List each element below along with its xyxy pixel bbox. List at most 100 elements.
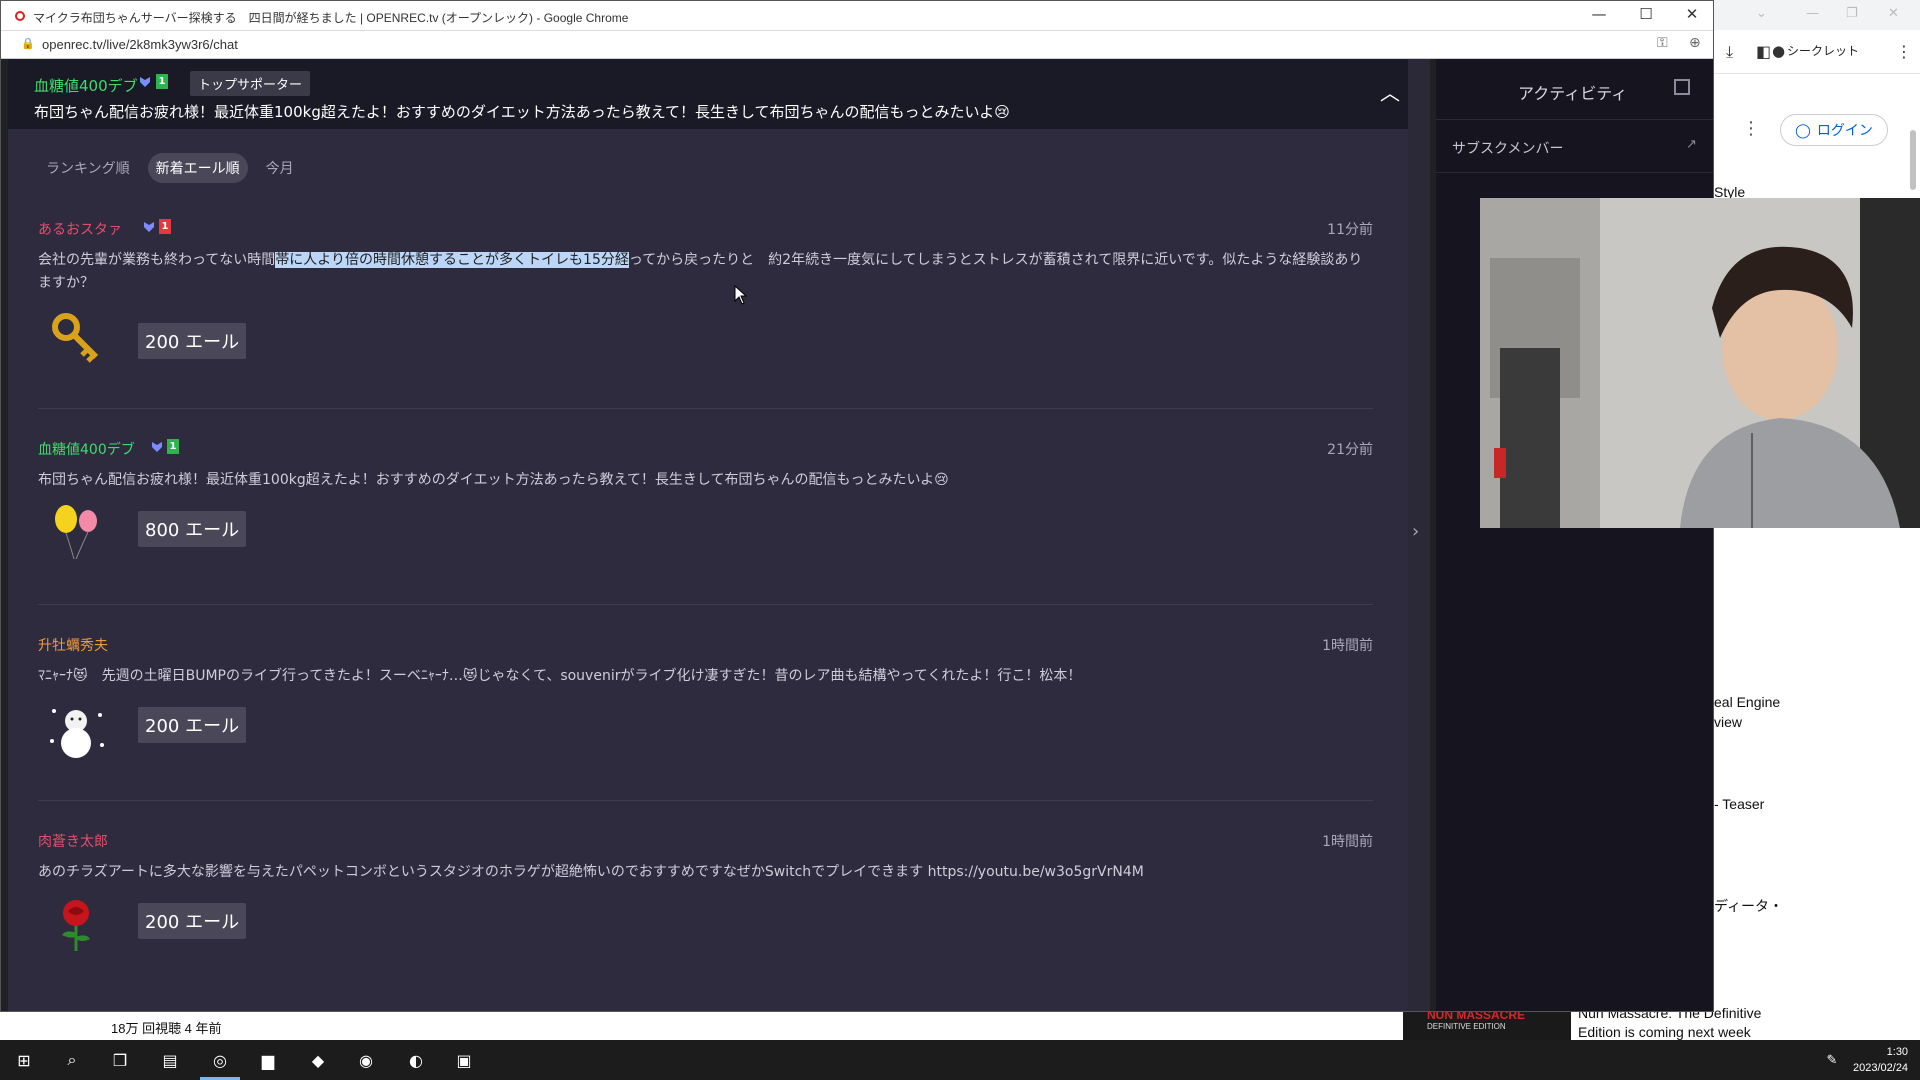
yell-amount: 200 エール — [138, 903, 247, 939]
yell-badges: 1 — [142, 219, 171, 234]
url-text[interactable]: openrec.tv/live/2k8mk3yw3r6/chat — [42, 37, 238, 52]
chrome-icon[interactable]: ◎ — [208, 1048, 232, 1072]
yell-time: 1時間前 — [1322, 638, 1373, 654]
maximize-icon[interactable]: ☐ — [1631, 5, 1661, 23]
address-bar: 🔒 openrec.tv/live/2k8mk3yw3r6/chat ⚿ ⊕ — [1, 31, 1713, 59]
pinned-badges: 1 — [138, 74, 168, 89]
pen-icon[interactable]: ✎ — [1820, 1048, 1844, 1072]
activity-header: アクティビティ — [1436, 59, 1713, 119]
login-label: ログイン — [1816, 122, 1873, 138]
rose-icon — [62, 900, 90, 951]
yell-text: ﾏﾆｬｰﾅ😻 先週の土曜日BUMPのライブ行ってきたよ！スーベﾆｬｰﾅ…😻じゃな… — [38, 668, 1082, 684]
yell-amount: 200 エール — [138, 707, 247, 743]
chat-main: 血糖値400デブ 1 トップサポーター 布団ちゃん配信お疲れ様！最近体重100k… — [8, 59, 1415, 1011]
rank-badge: 1 — [167, 439, 179, 454]
more-options-icon[interactable]: ⋮ — [1742, 118, 1760, 139]
key-icon[interactable]: ⚿ — [1657, 35, 1668, 51]
activity-title: アクティビティ — [1518, 84, 1628, 103]
side-panel-icon[interactable]: ◧ — [1756, 42, 1771, 61]
obs-icon[interactable]: ◉ — [354, 1048, 378, 1072]
popout-icon[interactable] — [1674, 79, 1690, 95]
account-icon: ◯ — [1795, 121, 1811, 138]
minimize-icon[interactable]: — — [1806, 6, 1819, 21]
snowman-icon — [50, 709, 104, 758]
close-icon[interactable]: ✕ — [1677, 5, 1707, 23]
sidebar-snippet[interactable]: - Teaser — [1714, 794, 1764, 814]
restore-icon[interactable]: ❐ — [1846, 6, 1858, 21]
openrec-favicon-icon — [15, 11, 25, 21]
yell-item: 肉蒼き太郎 1時間前 あのチラズアートに多大な影響を与えたパペットコンボというス… — [38, 831, 1373, 1011]
subscribe-members-row[interactable]: サブスクメンバー ↗ — [1436, 119, 1713, 173]
tab-newest[interactable]: 新着エール順 — [147, 153, 248, 183]
selected-text: 帯に人より倍の時間休憩することが多くトイレも15分経 — [275, 252, 629, 268]
expand-arrow-icon[interactable]: › — [1412, 521, 1419, 542]
file-explorer-icon[interactable]: ▆ — [256, 1048, 280, 1072]
top-supporter-badge: トップサポーター — [190, 71, 311, 96]
lock-icon[interactable]: 🔒 — [21, 37, 35, 50]
thumbnail-subtitle: DEFINITIVE EDITION — [1427, 1022, 1506, 1031]
clock-time: 1:30 — [1886, 1046, 1909, 1058]
yell-time: 11分前 — [1327, 222, 1373, 238]
yell-amount: 800 エール — [138, 511, 247, 547]
collapse-chevron-icon[interactable]: ︿ — [1380, 77, 1400, 106]
yell-time: 1時間前 — [1322, 834, 1373, 850]
pinned-message: 布団ちゃん配信お疲れ様！最近体重100kg超えたよ！おすすめのダイエット方法あっ… — [34, 103, 1010, 121]
key-icon — [52, 313, 99, 363]
login-button[interactable]: ◯ ログイン — [1780, 114, 1888, 146]
windows-start-icon[interactable]: ⊞ — [12, 1048, 36, 1072]
background-scrollbar[interactable] — [1910, 130, 1916, 190]
clock-date: 2023/02/24 — [1853, 1062, 1909, 1074]
window-titlebar: マイクラ布団ちゃんサーバー探検する 四日間が経ちました | OPENREC.tv… — [1, 1, 1713, 31]
yell-item: 血糖値400デブ 1 21分前 布団ちゃん配信お疲れ様！最近体重100kg超えた… — [38, 439, 1373, 605]
yell-badges: 1 — [150, 439, 179, 454]
yell-text: 布団ちゃん配信お疲れ様！最近体重100kg超えたよ！おすすめのダイエット方法あっ… — [38, 472, 949, 488]
pinned-yell: 血糖値400デブ 1 トップサポーター 布団ちゃん配信お疲れ様！最近体重100k… — [8, 59, 1415, 129]
rank-badge: 1 — [156, 74, 168, 89]
background-toolbar: ⤓ ◧ ● シークレット ⋮ — [1714, 30, 1920, 74]
yell-username[interactable]: 血糖値400デブ — [38, 439, 135, 459]
windows-taskbar: ⊞ ⌕ ❒ ▤ ◎ ▆ ◆ ◉ ◐ ▣ ✎ 1:30 2023/02/24 — [0, 1040, 1920, 1080]
zoom-icon[interactable]: ⊕ — [1689, 35, 1701, 51]
task-view-icon[interactable]: ❒ — [108, 1048, 132, 1072]
tab-this-month[interactable]: 今月 — [258, 153, 302, 183]
mouse-cursor-icon — [734, 285, 748, 305]
discord-icon[interactable]: ◐ — [404, 1048, 428, 1072]
yell-item: 升牡蠣秀夫 1時間前 ﾏﾆｬｰﾅ😻 先週の土曜日BUMPのライブ行ってきたよ！ス… — [38, 635, 1373, 801]
tab-chevron-icon[interactable]: ⌄ — [1756, 6, 1767, 21]
external-link-icon[interactable]: ↗ — [1686, 137, 1697, 152]
sidebar-snippet[interactable]: ディータ・ — [1714, 896, 1783, 916]
subscribe-members-label: サブスクメンバー — [1452, 141, 1564, 157]
yell-text: 会社の先輩が業務も終わってない時間帯に人より倍の時間休憩することが多くトイレも1… — [38, 252, 1363, 291]
yell-username[interactable]: 升牡蠣秀夫 — [38, 635, 108, 655]
yell-amount: 200 エール — [138, 323, 247, 359]
sidebar-snippet[interactable]: view — [1714, 712, 1742, 732]
close-icon[interactable]: ✕ — [1888, 6, 1899, 21]
sidebar-snippet[interactable]: eal Engine — [1714, 692, 1780, 712]
sort-tabs: ランキング順 新着エール順 今月 — [38, 153, 302, 183]
yell-text: あのチラズアートに多大な影響を与えたパペットコンボというスタジオのホラゲが超絶怖… — [38, 864, 1144, 880]
minimize-icon[interactable]: — — [1584, 5, 1614, 23]
incognito-label: シークレット — [1787, 44, 1860, 58]
panel-divider: › — [1408, 59, 1430, 1011]
search-icon[interactable]: ⌕ — [60, 1048, 84, 1072]
download-icon[interactable]: ⤓ — [1726, 42, 1733, 62]
yell-username[interactable]: 肉蒼き太郎 — [38, 831, 108, 851]
chat-popup-window: マイクラ布団ちゃんサーバー探検する 四日間が経ちました | OPENREC.tv… — [0, 0, 1714, 1012]
member-shield-icon — [144, 221, 154, 232]
balloons-icon — [55, 505, 97, 560]
window-title: マイクラ布団ちゃんサーバー探検する 四日間が経ちました | OPENREC.tv… — [33, 11, 629, 25]
yell-username[interactable]: あるおスタァ — [38, 219, 122, 239]
background-titlebar: ⌄ — ❐ ✕ — [1714, 0, 1920, 30]
pinned-username[interactable]: 血糖値400デブ — [34, 75, 138, 96]
minecraft-icon[interactable]: ▣ — [452, 1048, 476, 1072]
notepad-icon[interactable]: ▤ — [158, 1048, 182, 1072]
system-clock[interactable]: 1:30 2023/02/24 — [1853, 1044, 1908, 1076]
member-shield-icon — [152, 441, 162, 452]
rank-badge: 1 — [159, 219, 171, 234]
view-count: 18万 回視聴 4 年前 — [111, 1021, 222, 1036]
member-shield-icon — [140, 76, 150, 87]
menu-icon[interactable]: ⋮ — [1896, 42, 1912, 61]
tab-ranking[interactable]: ランキング順 — [38, 153, 138, 183]
incognito-icon: ● — [1772, 42, 1786, 60]
app-icon[interactable]: ◆ — [306, 1048, 330, 1072]
